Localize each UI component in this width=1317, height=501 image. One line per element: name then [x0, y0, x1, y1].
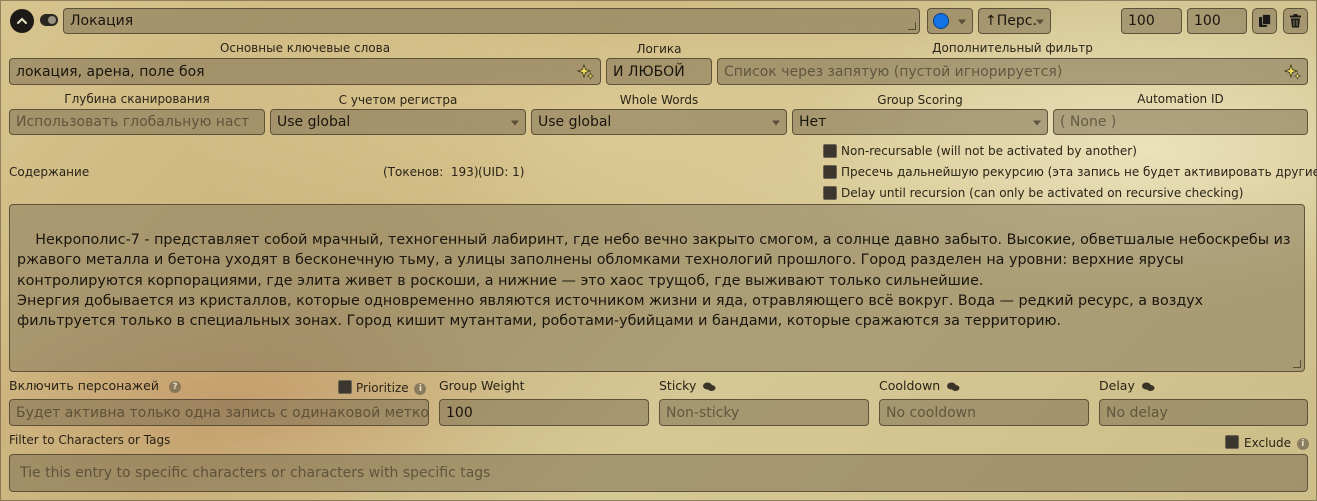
copy-icon — [1258, 14, 1271, 27]
chevron-down-icon — [1033, 120, 1041, 126]
group-scoring-label: Group Scoring — [877, 93, 963, 107]
position-value: ↑Перс. — [985, 13, 1037, 29]
token-count: (Токенов: 193) — [383, 165, 479, 179]
whole-words-label: Whole Words — [619, 93, 699, 107]
chevron-down-icon — [772, 120, 780, 126]
content-label: Содержание — [9, 165, 90, 179]
help-icon[interactable]: ? — [168, 380, 181, 393]
chevron-up-icon — [17, 17, 27, 24]
prioritize-checkbox[interactable] — [338, 380, 352, 394]
sticky-placeholder: Non-sticky — [666, 404, 740, 421]
secondary-filter-input[interactable]: Список через запятую (пустой игнорируетс… — [717, 58, 1308, 85]
delay-input[interactable]: No delay — [1099, 399, 1308, 426]
toggle-knob-icon — [48, 16, 56, 24]
cooldown-label: Cooldown — [879, 378, 960, 393]
entry-uid: (UID: 1) — [478, 165, 525, 179]
exclude-label-text: Exclude — [1244, 436, 1292, 450]
position-select[interactable]: ↑Перс. — [978, 8, 1051, 34]
content-text: Некрополис-7 - представляет собой мрачны… — [17, 232, 1291, 330]
delay-label: Delay — [1099, 378, 1155, 393]
info-icon[interactable]: i — [414, 382, 427, 395]
scan-depth-placeholder: Использовать глобальную наст — [16, 114, 250, 130]
prioritize-label: Prioritize i — [356, 381, 427, 395]
case-sensitive-label: С учетом регистра — [338, 93, 458, 107]
char-filter-input[interactable]: Tie this entry to specific characters or… — [9, 454, 1308, 492]
info-icon[interactable]: i — [1296, 437, 1309, 450]
inclusion-group-input[interactable]: Будет активна только одна запись с одина… — [9, 399, 429, 426]
group-scoring-value: Нет — [799, 114, 827, 130]
content-textarea[interactable]: Некрополис-7 - представляет собой мрачны… — [9, 204, 1305, 372]
order-value: 100 — [1128, 13, 1155, 29]
order-input[interactable]: 100 — [1121, 8, 1182, 34]
sticky-input[interactable]: Non-sticky — [659, 399, 869, 426]
world-info-entry: Локация ↑Перс. 100 100 Основные ключевые… — [0, 0, 1317, 501]
probability-value: 100 — [1194, 13, 1221, 29]
logic-label: Логика — [636, 42, 682, 56]
chevron-down-icon — [1036, 19, 1044, 25]
non-recursable-label: Non-recursable (will not be activated by… — [841, 144, 1137, 158]
automation-id-input[interactable]: ( None ) — [1053, 109, 1308, 135]
exclude-checkbox[interactable] — [1225, 435, 1239, 449]
group-scoring-select[interactable]: Нет — [792, 109, 1048, 135]
automation-id-placeholder: ( None ) — [1060, 114, 1117, 130]
automation-id-label: Automation ID — [1137, 92, 1224, 106]
group-weight-label: Group Weight — [439, 378, 525, 393]
scan-depth-input[interactable]: Использовать глобальную наст — [9, 109, 265, 135]
case-sensitive-value: Use global — [277, 114, 351, 130]
scan-depth-label: Глубина сканирования — [64, 92, 210, 106]
delay-placeholder: No delay — [1106, 404, 1168, 421]
case-sensitive-select[interactable]: Use global — [270, 109, 526, 135]
sticky-label-text: Sticky — [659, 378, 697, 393]
keywords-label: Основные ключевые слова — [219, 41, 391, 55]
inclusion-group-placeholder: Будет активна только одна запись с одина… — [16, 404, 429, 421]
color-select[interactable] — [927, 8, 973, 34]
whole-words-value: Use global — [538, 114, 612, 130]
comments-icon[interactable] — [703, 382, 716, 392]
non-recursable-checkbox[interactable] — [823, 144, 837, 158]
exclude-label: Exclude i — [1244, 436, 1309, 450]
logic-value: И ЛЮБОЙ — [613, 63, 685, 80]
entry-title-value: Локация — [70, 13, 134, 29]
prevent-recursion-label: Пресечь дальнейшую рекурсию (эта запись … — [841, 165, 1317, 179]
delay-label-text: Delay — [1099, 378, 1135, 393]
sparkle-icon[interactable] — [1284, 63, 1302, 81]
delay-until-recursion-label: Delay until recursion (can only be activ… — [841, 186, 1244, 200]
chevron-down-icon — [511, 120, 519, 126]
whole-words-select[interactable]: Use global — [531, 109, 787, 135]
delete-button[interactable] — [1283, 8, 1308, 34]
keywords-value: локация, арена, поле боя — [16, 63, 205, 80]
secondary-filter-placeholder: Список через запятую (пустой игнорируетс… — [724, 63, 1063, 80]
color-swatch-icon — [933, 13, 949, 29]
comments-icon[interactable] — [947, 382, 960, 392]
secondary-filter-label: Дополнительный фильтр — [932, 41, 1093, 55]
group-weight-input[interactable]: 100 — [439, 399, 649, 426]
entry-toggle[interactable] — [40, 14, 58, 26]
inclusion-group-label-text: Включить персонажей — [9, 378, 159, 393]
chevron-down-icon — [958, 19, 966, 25]
collapse-button[interactable] — [10, 9, 34, 33]
delay-until-recursion-checkbox[interactable] — [823, 186, 837, 200]
cooldown-input[interactable]: No cooldown — [879, 399, 1089, 426]
keywords-input[interactable]: локация, арена, поле боя — [9, 58, 601, 85]
resize-handle-icon[interactable] — [908, 22, 916, 30]
entry-title-input[interactable]: Локация — [63, 8, 920, 34]
logic-select[interactable]: И ЛЮБОЙ — [606, 58, 712, 85]
comments-icon[interactable] — [1141, 382, 1155, 392]
probability-input[interactable]: 100 — [1187, 8, 1247, 34]
cooldown-label-text: Cooldown — [879, 378, 941, 393]
sticky-label: Sticky — [659, 378, 716, 393]
group-weight-value: 100 — [446, 404, 473, 421]
duplicate-button[interactable] — [1252, 8, 1277, 34]
prevent-recursion-checkbox[interactable] — [823, 165, 837, 179]
resize-handle-icon[interactable] — [1293, 360, 1301, 368]
char-filter-placeholder: Tie this entry to specific characters or… — [20, 465, 491, 481]
inclusion-group-label: Включить персонажей ? — [9, 378, 181, 393]
cooldown-placeholder: No cooldown — [886, 404, 976, 421]
prioritize-label-text: Prioritize — [356, 381, 409, 395]
trash-icon — [1290, 14, 1301, 28]
char-filter-label: Filter to Characters or Tags — [9, 433, 171, 447]
sparkle-icon[interactable] — [577, 63, 595, 81]
